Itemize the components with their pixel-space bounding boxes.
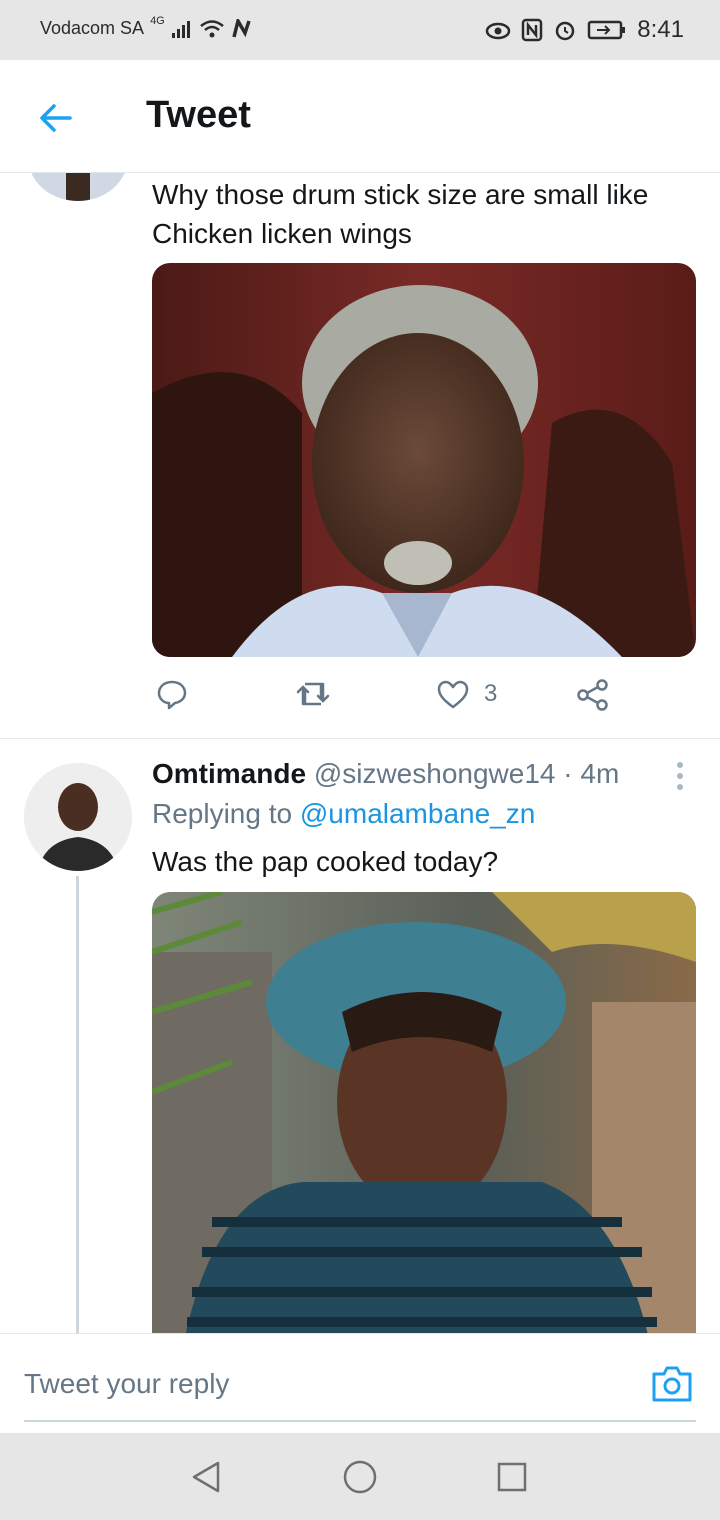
- network-type: 4G: [150, 14, 165, 27]
- wifi-icon: [199, 19, 224, 37]
- share-icon: [577, 679, 608, 711]
- reply-composer: Tweet your reply: [0, 1333, 720, 1434]
- eye-comfort-icon: [486, 22, 511, 40]
- retweet-icon: [296, 682, 330, 706]
- app-bar: Tweet: [0, 60, 720, 173]
- avatar[interactable]: [28, 173, 128, 201]
- carrier-label: Vodacom SA: [40, 18, 145, 38]
- tweet-text: Was the pap cooked today?: [152, 846, 499, 877]
- nfc-icon: [522, 18, 543, 42]
- tweet-text-line-1: Why those drum stick size are small like: [152, 179, 649, 210]
- page-title: Tweet: [146, 94, 251, 136]
- tweet-text-line-2: Chicken licken wings: [152, 218, 412, 249]
- retweet-button[interactable]: [295, 678, 331, 710]
- tweet-image[interactable]: [152, 263, 696, 657]
- clock: 8:41: [637, 16, 684, 43]
- avatar[interactable]: [24, 763, 132, 871]
- display-name[interactable]: Omtimande: [152, 758, 306, 789]
- mention-link[interactable]: @umalambane_zn: [300, 798, 535, 829]
- tweet-header: Omtimande @sizweshongwe14 · 4m: [152, 758, 619, 790]
- alarm-icon: [556, 21, 575, 41]
- thread-line: [76, 876, 79, 1333]
- nav-recents-icon[interactable]: [492, 1457, 532, 1497]
- status-bar: Vodacom SA 4G 8:41: [0, 0, 720, 60]
- reply-input[interactable]: Tweet your reply: [24, 1368, 229, 1400]
- system-navigation-bar: [0, 1433, 720, 1520]
- separator-dot: ·: [563, 758, 573, 789]
- vertical-dots-icon[interactable]: [672, 761, 688, 791]
- comment-icon: [157, 680, 187, 710]
- reply-button[interactable]: [156, 678, 188, 710]
- tweet-thread[interactable]: Why those drum stick size are small like…: [0, 173, 720, 1333]
- battery-icon: [588, 20, 626, 40]
- replying-prefix: Replying to: [152, 798, 293, 829]
- input-underline: [24, 1420, 696, 1422]
- n-app-icon: [232, 18, 251, 37]
- tweet-time: 4m: [580, 758, 620, 789]
- camera-icon[interactable]: [650, 1364, 694, 1404]
- like-count: 3: [484, 680, 498, 707]
- user-handle[interactable]: @sizweshongwe14: [314, 758, 556, 789]
- status-left: Vodacom SA 4G: [40, 14, 253, 39]
- heart-icon: [437, 680, 469, 709]
- divider: [0, 738, 720, 739]
- nav-back-icon[interactable]: [186, 1457, 226, 1497]
- share-button[interactable]: [576, 678, 610, 712]
- nav-home-icon[interactable]: [340, 1457, 380, 1497]
- like-button[interactable]: 3: [436, 678, 497, 710]
- replying-to: Replying to @umalambane_zn: [152, 798, 535, 830]
- tweet-actions: 3: [152, 678, 652, 718]
- status-right: 8:41: [485, 16, 684, 44]
- signal-icon: [171, 20, 190, 38]
- tweet-image[interactable]: [152, 892, 696, 1333]
- arrow-left-icon[interactable]: [36, 98, 76, 138]
